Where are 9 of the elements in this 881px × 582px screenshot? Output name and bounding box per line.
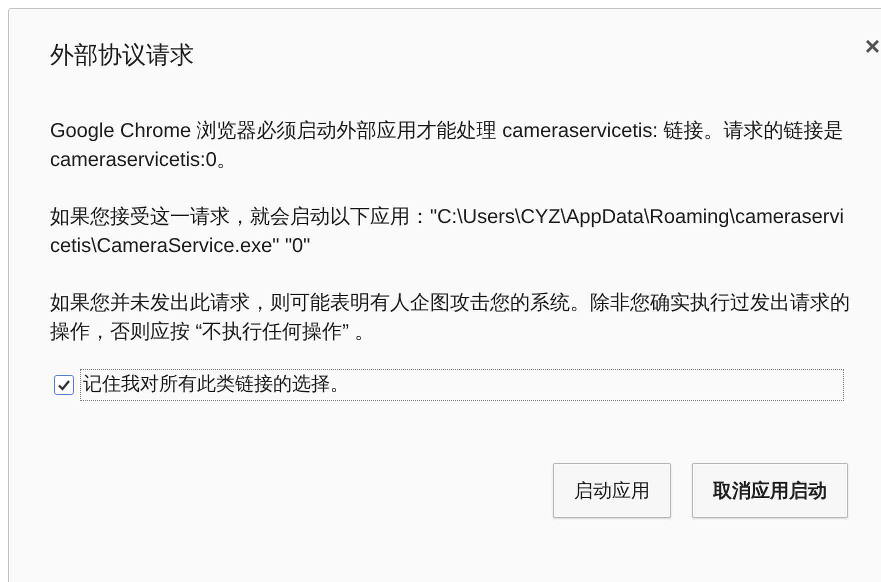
message-text: 如果您并未发出此请求，则可能表明有人企图攻击您的系统。除非您确实执行过发出请求的操作，否则应按 “不执行任何操作” 。 [50,291,850,345]
dialog-title: 外部协议请求 [50,41,194,71]
checkbox-label[interactable]: 记住我对所有此类链接的选择。 [80,369,844,401]
dialog-button[interactable]: 启动应用 [553,463,671,518]
dialog-button[interactable]: 取消应用启动 [692,463,848,518]
message-text: Google Chrome 浏览器必须启动外部应用才能处理 cameraservicetis: 链接。请求的链接是 cameraservicetis:0。 [50,119,844,173]
message-text: 如果您接受这一请求，就会启动以下应用："C:\Users\CYZ\AppData\Roaming\cameraservicetis\CameraService.exe" "0" [50,205,845,259]
close-button[interactable]: × [862,33,881,59]
checkbox[interactable] [54,375,74,395]
